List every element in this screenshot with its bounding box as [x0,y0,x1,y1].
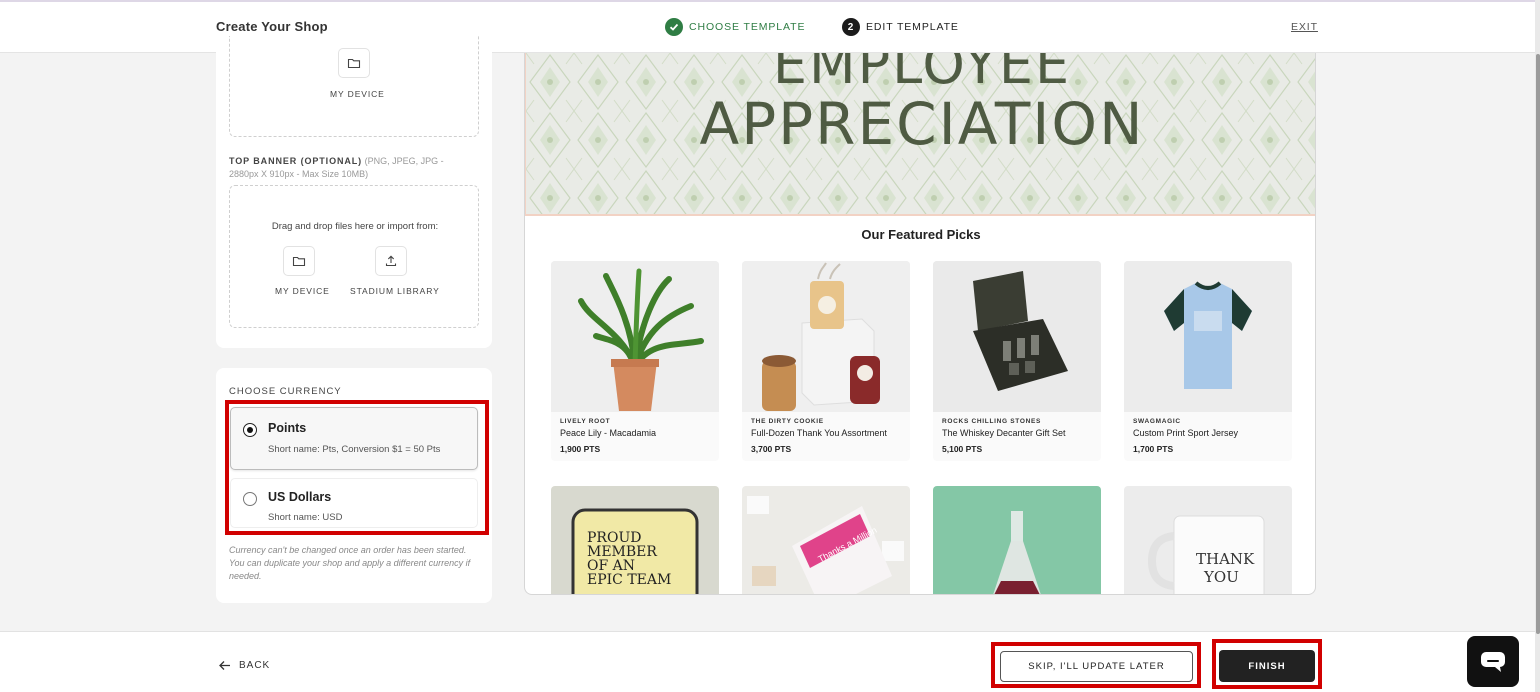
top-banner-label: TOP BANNER (OPTIONAL) (PNG, JPEG, JPG - … [229,155,469,181]
product-card-mug[interactable]: THANK YOU [1124,486,1292,594]
page-title: Create Your Shop [216,19,328,34]
folder-icon[interactable] [338,48,370,78]
folder-icon[interactable] [283,246,315,276]
mug-text: YOU [1203,568,1239,586]
logo-dropzone[interactable]: MY DEVICE [229,36,479,137]
back-label: BACK [239,660,271,671]
radio-selected-icon[interactable] [243,423,257,437]
currency-option-name: Points [268,421,307,435]
finish-button[interactable]: FINISH [1219,650,1315,682]
currency-panel: CHOOSE CURRENCY Points Short name: Pts, … [216,368,492,603]
top-banner-title: TOP BANNER (OPTIONAL) [229,156,363,166]
banner-dropzone[interactable]: Drag and drop files here or import from:… [229,185,479,328]
product-brand: LIVELY ROOT [560,418,611,425]
step-number-badge: 2 [842,18,860,36]
product-image-decanter-set [933,261,1101,412]
product-card[interactable]: LIVELY ROOT Peace Lily - Macadamia 1,900… [551,261,719,461]
product-image-jersey [1124,261,1292,412]
product-price: 1,700 PTS [1133,444,1174,454]
product-brand: THE DIRTY COOKIE [751,418,824,425]
step-choose-template-label: CHOOSE TEMPLATE [689,21,806,33]
product-name: The Whiskey Decanter Gift Set [942,428,1066,438]
step-edit-template-label: EDIT TEMPLATE [866,21,959,33]
preview-banner: EMPLOYEE APPRECIATION [525,53,1315,216]
product-card[interactable]: ROCKS CHILLING STONES The Whiskey Decant… [933,261,1101,461]
step-edit-template: 2 EDIT TEMPLATE [842,18,959,36]
currency-option-shortname: Short name: Pts, Conversion $1 = 50 Pts [268,444,441,455]
product-price: 3,700 PTS [751,444,792,454]
product-image-cookies [742,261,910,412]
mug-text: THANK [1196,550,1255,568]
product-name: Custom Print Sport Jersey [1133,428,1239,438]
currency-option-usd[interactable]: US Dollars Short name: USD [230,478,478,528]
product-price: 1,900 PTS [560,444,601,454]
currency-note: Currency can't be changed once an order … [229,545,471,581]
product-price: 5,100 PTS [942,444,983,454]
banner-line-2: APPRECIATION [699,90,1145,158]
arrow-left-icon [219,661,230,670]
product-card-laptop-sleeve[interactable]: PROUD MEMBER OF AN EPIC TEAM [551,486,719,594]
chat-button[interactable] [1467,636,1519,687]
logo-my-device-label: MY DEVICE [330,89,385,99]
footer-bar: BACK SKIP, I'LL UPDATE LATER FINISH [0,631,1535,692]
product-name: Full-Dozen Thank You Assortment [751,428,887,438]
my-device-label: MY DEVICE [275,286,330,296]
chat-bubble-icon [1481,651,1505,672]
product-card[interactable]: THE DIRTY COOKIE Full-Dozen Thank You As… [742,261,910,461]
scrollbar-thumb[interactable] [1536,54,1540,634]
currency-option-name: US Dollars [268,490,332,504]
product-brand: SWAGMAGIC [1133,418,1181,425]
step-choose-template[interactable]: CHOOSE TEMPLATE [665,18,805,36]
product-card[interactable]: SWAGMAGIC Custom Print Sport Jersey 1,70… [1124,261,1292,461]
product-card-carafe[interactable] [933,486,1101,594]
featured-picks-title: Our Featured Picks [861,227,981,242]
product-image-plant [551,261,719,412]
product-name: Peace Lily - Macadamia [560,428,657,438]
drag-drop-text: Drag and drop files here or import from: [271,221,439,232]
stadium-library-label: STADIUM LIBRARY [350,286,440,296]
radio-unselected-icon[interactable] [243,492,257,506]
product-card-chocolate[interactable]: Thanks a Million [742,486,910,594]
exit-link[interactable]: EXIT [1291,21,1318,33]
skip-update-later-button[interactable]: SKIP, I'LL UPDATE LATER [1000,651,1193,682]
back-button[interactable]: BACK [218,659,270,672]
shop-preview: EMPLOYEE APPRECIATION Our Featured Picks… [524,53,1316,595]
upload-icon[interactable] [375,246,407,276]
upload-panel: MY DEVICE TOP BANNER (OPTIONAL) (PNG, JP… [216,36,492,348]
currency-heading: CHOOSE CURRENCY [229,386,342,397]
currency-option-shortname: Short name: USD [268,512,343,523]
check-icon [665,18,683,36]
currency-option-points[interactable]: Points Short name: Pts, Conversion $1 = … [230,407,478,470]
product-brand: ROCKS CHILLING STONES [942,418,1042,425]
sleeve-text: EPIC TEAM [587,572,671,588]
